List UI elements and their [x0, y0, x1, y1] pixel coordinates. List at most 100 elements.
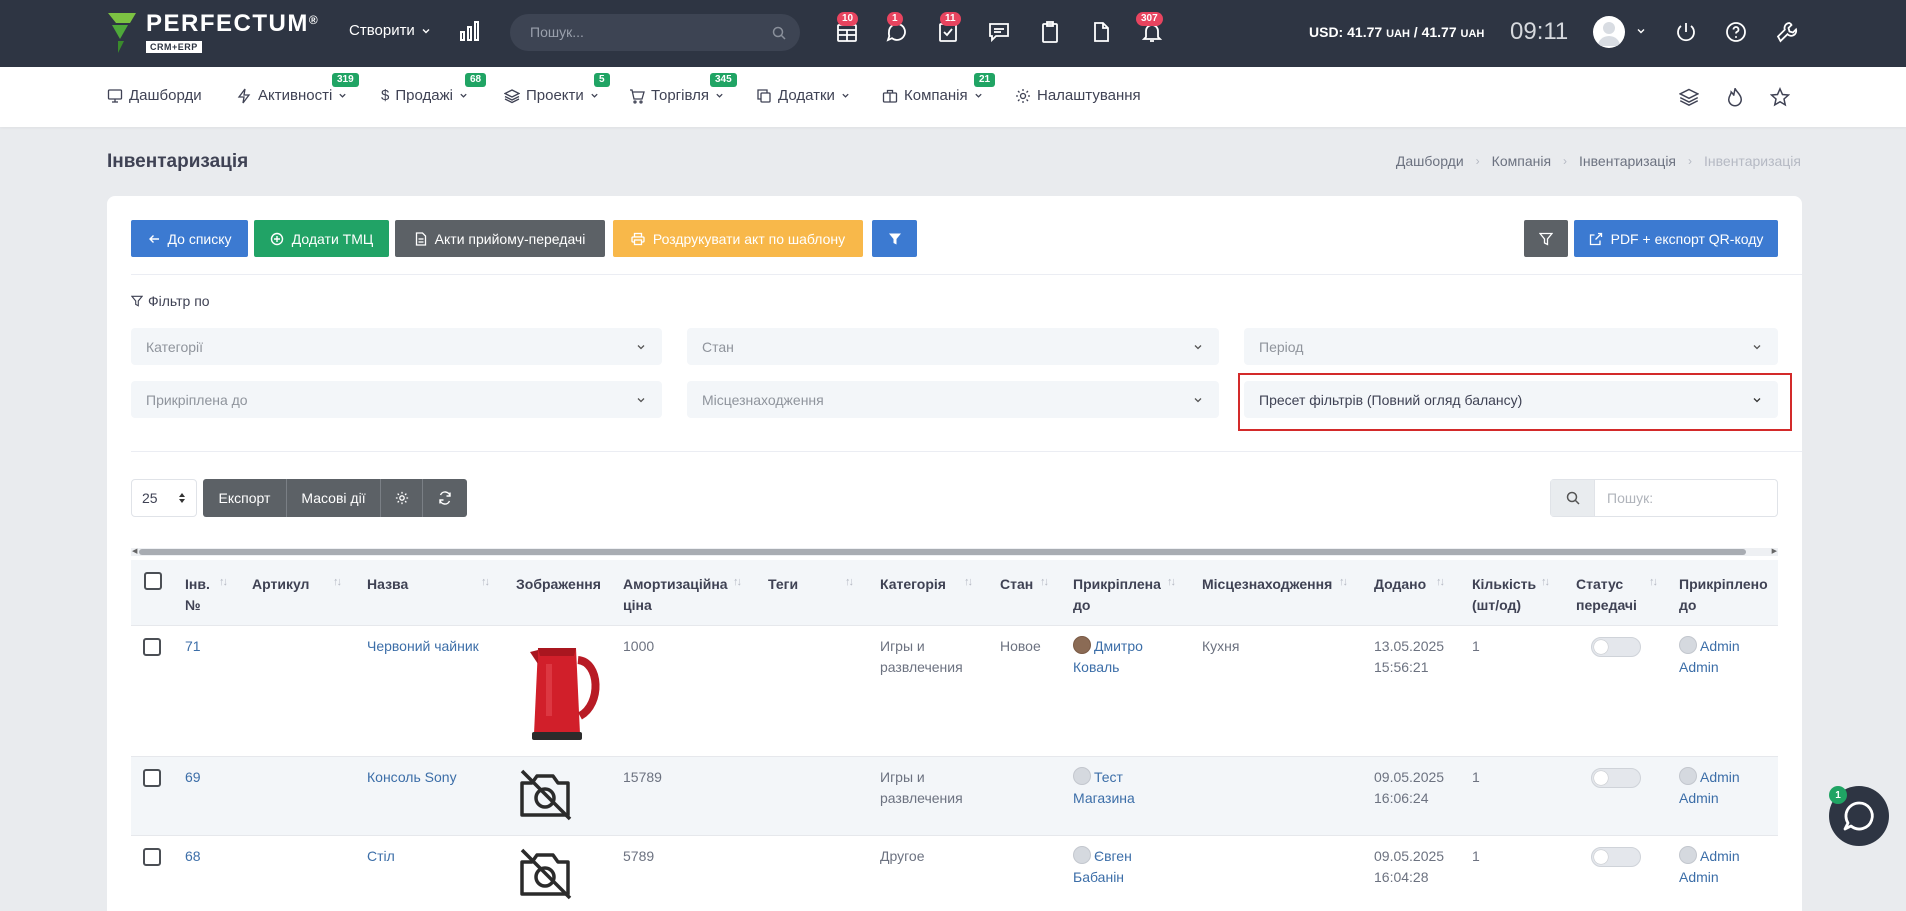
layers-icon[interactable] [1678, 87, 1700, 107]
row-attached-person[interactable]: Тест Магазина [1073, 767, 1163, 809]
mass-actions-button[interactable]: Масові дії [287, 479, 381, 517]
search-icon[interactable] [772, 26, 786, 40]
global-search-input[interactable] [530, 24, 750, 40]
create-menu-button[interactable]: Створити [349, 22, 431, 39]
row-inv-link[interactable]: 68 [185, 846, 201, 867]
sort-icon[interactable]: ↑↓ [219, 576, 228, 588]
sort-icon[interactable]: ↑↓ [1167, 576, 1176, 588]
nav-addons[interactable]: Додатки [756, 87, 850, 104]
sort-icon[interactable]: ↑↓ [481, 576, 490, 588]
row-name-link[interactable]: Червоний чайник [367, 636, 479, 657]
search-icon[interactable] [1551, 480, 1595, 516]
col-category[interactable]: Категорія [880, 574, 946, 595]
row-attached-person[interactable]: Дмитро Коваль [1073, 636, 1163, 678]
row-attached-admin[interactable]: Admin Admin [1679, 636, 1759, 678]
messages-icon[interactable] [987, 20, 1011, 44]
transfer-status-toggle[interactable] [1591, 847, 1641, 867]
col-transfer-status[interactable]: Статус передачі [1576, 574, 1646, 616]
table-row[interactable]: 71 Червоний чайник 1000 Игры и развлечен… [131, 626, 1778, 757]
breadcrumb-item[interactable]: Компанія [1492, 153, 1551, 169]
breadcrumb-item[interactable]: Інвентаризація [1579, 153, 1676, 169]
col-amort-price[interactable]: Амортизаційна ціна [623, 574, 731, 616]
global-search[interactable] [510, 14, 800, 51]
clipboard-icon[interactable] [1038, 20, 1062, 44]
print-act-button[interactable]: Роздрукувати акт по шаблону [613, 220, 863, 257]
sort-icon[interactable]: ↑↓ [845, 576, 854, 588]
sort-icon[interactable]: ↑↓ [733, 576, 742, 588]
fire-icon[interactable] [1725, 87, 1745, 107]
nav-projects[interactable]: Проекти 5 [504, 73, 610, 104]
logo[interactable]: PERFECTUM® CRM+ERP [106, 11, 319, 55]
transfer-status-toggle[interactable] [1591, 637, 1641, 657]
table-row[interactable]: 69 Консоль Sony 15789 Игры и развлечения… [131, 757, 1778, 836]
transfer-acts-button[interactable]: Акти прийому-передачі [395, 220, 605, 257]
star-icon[interactable] [1769, 87, 1791, 107]
sort-icon[interactable]: ↑↓ [964, 576, 973, 588]
col-quantity[interactable]: Кількість (шт/од) [1472, 574, 1542, 616]
row-attached-admin[interactable]: Admin Admin [1679, 846, 1759, 888]
horizontal-scrollbar[interactable]: ◀ ▶ [131, 548, 1778, 556]
sort-icon[interactable]: ↑↓ [1436, 576, 1445, 588]
location-select[interactable]: Місцезнаходження [687, 381, 1219, 418]
col-location[interactable]: Місцезнаходження [1202, 574, 1332, 595]
sort-icon[interactable]: ↑↓ [333, 576, 342, 588]
scroll-left-icon[interactable]: ◀ [132, 548, 137, 556]
state-select[interactable]: Стан [687, 328, 1219, 365]
export-button[interactable]: Експорт [203, 479, 287, 517]
power-icon[interactable] [1674, 20, 1698, 44]
period-select[interactable]: Період [1244, 328, 1778, 365]
col-added[interactable]: Додано [1374, 574, 1426, 595]
row-attached-person[interactable]: Євген Бабанін [1073, 846, 1163, 888]
scrollbar-thumb[interactable] [139, 549, 1746, 555]
table-row[interactable]: 68 Стіл 5789 Другое Євген Бабанін 09.05.… [131, 836, 1778, 911]
sort-icon[interactable]: ↑↓ [1339, 576, 1348, 588]
chat-icon[interactable]: 1 [885, 12, 909, 44]
col-attached[interactable]: Прикріплена до [1073, 574, 1163, 616]
attached-to-select[interactable]: Прикріплена до [131, 381, 662, 418]
back-to-list-button[interactable]: До списку [131, 220, 248, 257]
kettle-image[interactable] [516, 634, 606, 744]
row-inv-link[interactable]: 71 [185, 636, 201, 657]
row-name-link[interactable]: Стіл [367, 846, 395, 867]
row-attached-admin[interactable]: Admin Admin [1679, 767, 1759, 809]
per-page-select[interactable]: 25 [131, 479, 197, 517]
document-icon[interactable] [1089, 20, 1113, 44]
nav-activities[interactable]: Активності 319 [236, 73, 359, 104]
tasks-icon[interactable]: 11 [936, 12, 961, 44]
select-all-checkbox[interactable] [144, 572, 162, 590]
sort-icon[interactable]: ↑↓ [1649, 576, 1658, 588]
nav-sales[interactable]: $ Продажі 68 [381, 73, 487, 104]
nav-company[interactable]: Компанія 21 [882, 73, 996, 104]
row-inv-link[interactable]: 69 [185, 767, 201, 788]
col-name[interactable]: Назва [367, 574, 408, 595]
categories-select[interactable]: Категорії [131, 328, 662, 365]
row-checkbox[interactable] [143, 848, 161, 866]
column-settings-button[interactable] [381, 479, 423, 517]
scroll-right-icon[interactable]: ▶ [1772, 548, 1777, 556]
transfer-status-toggle[interactable] [1591, 768, 1641, 788]
nav-settings[interactable]: Налаштування [1015, 87, 1141, 104]
row-checkbox[interactable] [143, 769, 161, 787]
bar-chart-icon[interactable] [459, 20, 481, 42]
table-search-input[interactable] [1595, 480, 1775, 516]
col-attached-2[interactable]: Прикріплено до [1679, 574, 1774, 616]
wrench-icon[interactable] [1775, 20, 1799, 44]
col-state[interactable]: Стан [1000, 574, 1033, 595]
row-name-link[interactable]: Консоль Sony [367, 767, 457, 788]
nav-trade[interactable]: Торгівля 345 [629, 73, 737, 104]
sort-icon[interactable]: ↑↓ [1040, 576, 1049, 588]
chevron-down-icon[interactable] [1636, 26, 1646, 36]
col-article[interactable]: Артикул [252, 574, 309, 595]
filter-button[interactable] [1524, 220, 1568, 257]
pdf-qr-export-button[interactable]: PDF + експорт QR-коду [1574, 220, 1778, 257]
add-item-button[interactable]: Додати ТМЦ [254, 220, 389, 257]
filter-toggle-button[interactable] [872, 220, 917, 257]
sort-icon[interactable]: ↑↓ [1541, 576, 1550, 588]
nav-dashboards[interactable]: Дашборди [107, 87, 202, 104]
col-tags[interactable]: Теги [768, 574, 798, 595]
bell-icon[interactable]: 307 [1136, 12, 1164, 44]
calendar-icon[interactable]: 10 [835, 12, 859, 44]
help-icon[interactable] [1724, 20, 1748, 44]
chat-widget-button[interactable]: 1 [1829, 786, 1889, 846]
row-checkbox[interactable] [143, 638, 161, 656]
